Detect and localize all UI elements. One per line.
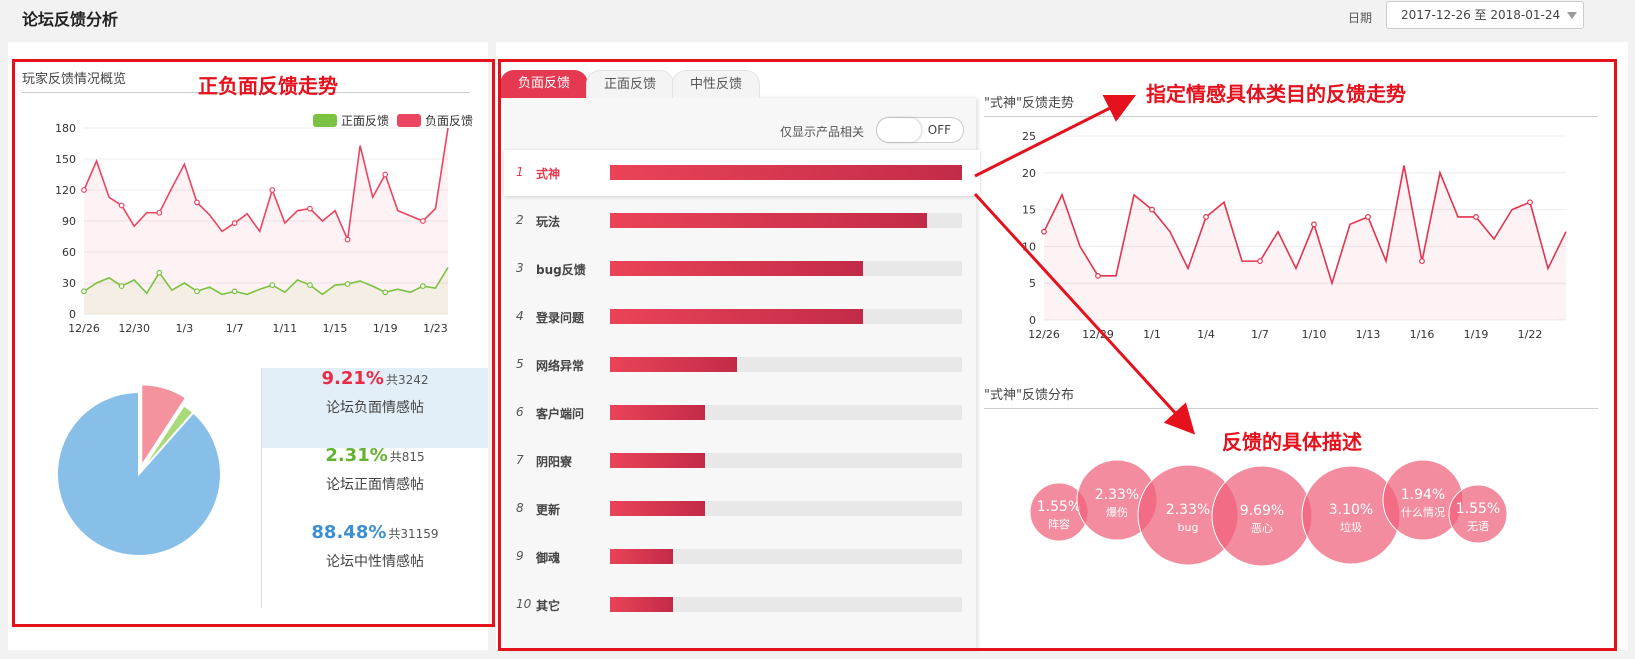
annotation-arrows bbox=[973, 94, 1196, 435]
arrow-to-trend bbox=[974, 94, 1137, 178]
arrow-to-bubbles bbox=[973, 192, 1196, 435]
